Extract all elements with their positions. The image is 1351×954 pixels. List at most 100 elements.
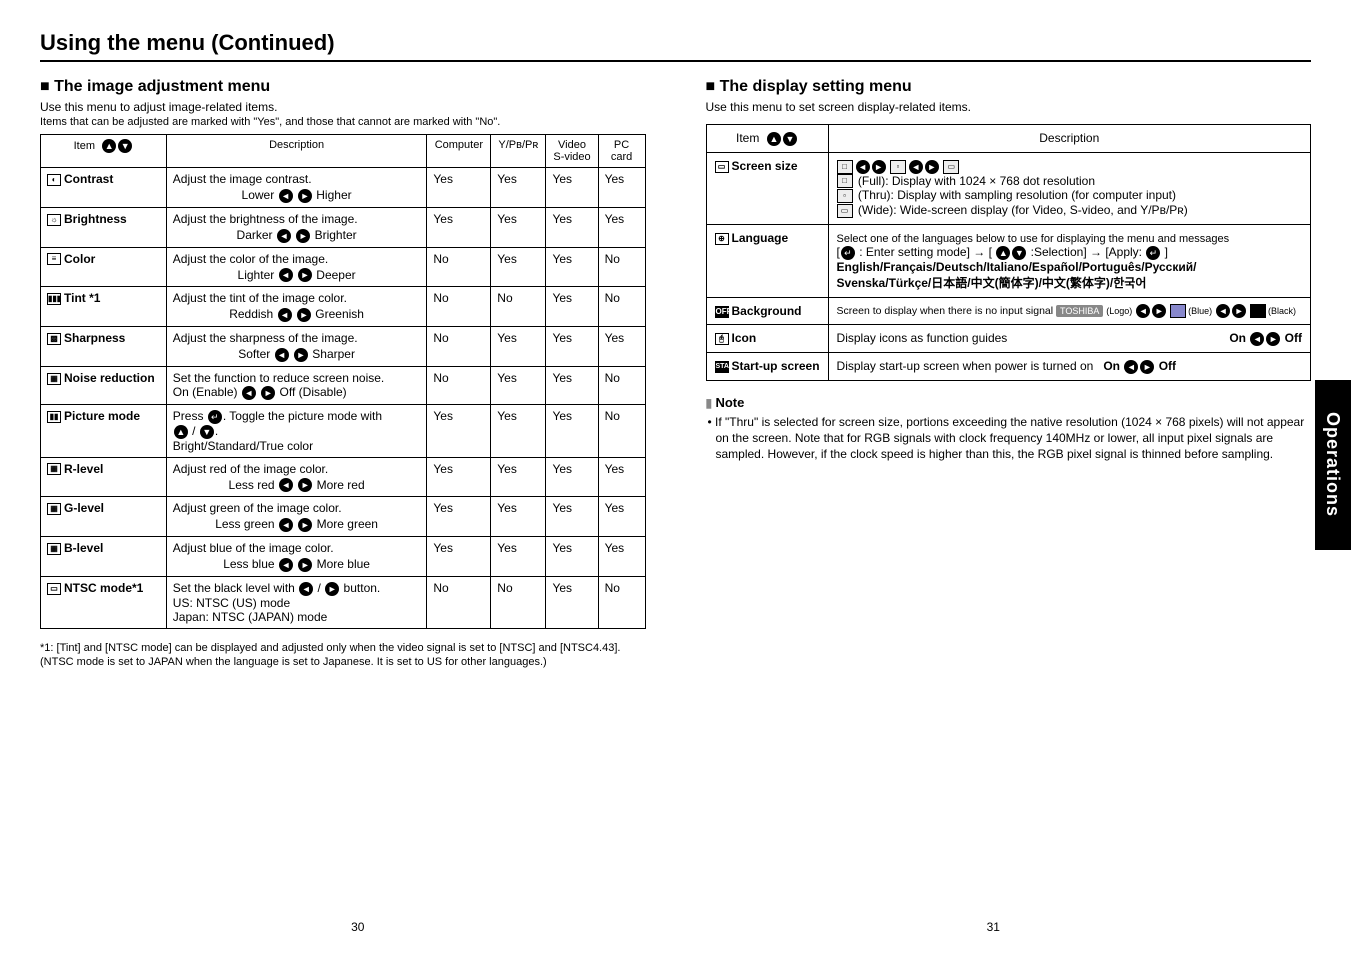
val: Yes — [427, 497, 491, 537]
right-icon — [1140, 360, 1154, 374]
val: Yes — [427, 207, 491, 247]
enter-icon — [1146, 246, 1160, 260]
row-item: Picture mode — [64, 409, 140, 423]
image-adjustment-table: Item Description Computer Y/Pʙ/Pʀ Video … — [40, 134, 646, 629]
val: Yes — [491, 367, 546, 405]
bg-text: Screen to display when there is no input… — [837, 305, 1056, 317]
right-label: Higher — [316, 188, 351, 202]
val: No — [598, 404, 645, 457]
row-desc: Adjust blue of the image color. — [173, 541, 334, 555]
left-icon — [275, 348, 289, 362]
pm-text: . Toggle the picture mode with — [223, 409, 382, 423]
background-icon: OFF — [715, 306, 729, 318]
black-swatch-icon — [1250, 304, 1266, 318]
left-icon — [1250, 332, 1264, 346]
right-label: Deeper — [316, 268, 355, 282]
toshiba-badge: TOSHIBA — [1056, 305, 1103, 317]
row-label: Icon — [732, 331, 757, 345]
row-item: G-level — [64, 501, 104, 515]
thru-text: (Thru): Display with sampling resolution… — [858, 188, 1176, 202]
val: No — [427, 577, 491, 629]
ntsc-icon: ▭ — [47, 583, 61, 595]
left-icon — [279, 268, 293, 282]
val: Yes — [491, 247, 546, 287]
up-icon — [996, 246, 1010, 260]
val1: Yes — [491, 168, 546, 208]
left-label: Lighter — [238, 268, 275, 282]
table-row: STARTStart-up screen Display start-up sc… — [706, 352, 1311, 380]
blevel-icon: ▦ — [47, 543, 61, 555]
wide-icon: ▭ — [943, 160, 959, 174]
ntsc-text: US: NTSC (US) mode — [173, 596, 290, 610]
val: Yes — [598, 457, 645, 497]
pm-text: / — [189, 424, 199, 438]
glevel-icon: ▦ — [47, 503, 61, 515]
row-label: Background — [732, 304, 802, 318]
row-item: Contrast — [64, 172, 113, 186]
row-item: Brightness — [64, 212, 127, 226]
left-icon — [279, 189, 293, 203]
row-desc: Set the function to reduce screen noise. — [173, 371, 384, 385]
val: Yes — [491, 497, 546, 537]
image-adjustment-heading: The image adjustment menu — [40, 78, 646, 96]
table-row: ▭Screen size □ ▫ ▭ □ (Full): Display wit… — [706, 152, 1311, 224]
page-numbers: 30 31 — [40, 920, 1311, 934]
right-icon — [296, 229, 310, 243]
startup-desc: Display start-up screen when power is tu… — [837, 359, 1094, 373]
row-desc: Adjust green of the image color. — [173, 501, 342, 515]
val: Yes — [546, 207, 598, 247]
row-item: Color — [64, 252, 95, 266]
picture-mode-icon: ▮▮ — [47, 411, 61, 423]
wide-icon: ▭ — [837, 204, 853, 218]
val: Yes — [491, 537, 546, 577]
val: Yes — [491, 457, 546, 497]
row-item: Noise reduction — [64, 371, 155, 385]
val: Yes — [427, 457, 491, 497]
row-desc: Adjust the brightness of the image. — [173, 212, 358, 226]
header-description: Description — [828, 125, 1310, 153]
right-icon — [1266, 332, 1280, 346]
rlevel-icon: ▦ — [47, 463, 61, 475]
pm-text: Press — [173, 409, 207, 423]
left-icon — [856, 160, 870, 174]
right-label: More green — [317, 517, 378, 531]
noise-icon: ▦ — [47, 373, 61, 385]
row-item: NTSC mode*1 — [64, 581, 143, 595]
row-label: Language — [732, 231, 789, 245]
header-video: Video S-video — [546, 135, 598, 168]
page-num-right: 31 — [987, 920, 1000, 934]
full-icon: □ — [837, 174, 853, 188]
row-item: B-level — [64, 541, 103, 555]
thru-icon: ▫ — [890, 160, 906, 174]
left-label: Reddish — [229, 307, 273, 321]
table-row: ▩Sharpness Adjust the sharpness of the i… — [41, 327, 646, 367]
table-row: ▦R-level Adjust red of the image color. … — [41, 457, 646, 497]
left-label: Less red — [229, 478, 275, 492]
val: No — [427, 327, 491, 367]
left-icon — [909, 160, 923, 174]
right-icon — [872, 160, 886, 174]
right-icon — [1152, 304, 1166, 318]
row-desc: Adjust the image contrast. — [173, 172, 312, 186]
val: No — [598, 287, 645, 327]
sharpness-icon: ▩ — [47, 333, 61, 345]
table-row: ≡Color Adjust the color of the image. Li… — [41, 247, 646, 287]
header-ypbpr: Y/Pʙ/Pʀ — [491, 135, 546, 168]
icon-desc: Display icons as function guides — [837, 331, 1008, 345]
lang-list: Svenska/Türkçe/日本語/中文(簡体字)/中文(繁体字)/한국어 — [837, 276, 1147, 290]
right-icon — [1232, 304, 1246, 318]
lang-text: [ — [837, 245, 840, 259]
right-column: The display setting menu Use this menu t… — [706, 78, 1312, 670]
up-icon — [767, 132, 781, 146]
down-icon — [783, 132, 797, 146]
table-row: ⊕Language Select one of the languages be… — [706, 225, 1311, 298]
full-text: (Full): Display with 1024 × 768 dot reso… — [858, 174, 1095, 188]
left-icon — [279, 558, 293, 572]
image-adjustment-sub2: Items that can be adjusted are marked wi… — [40, 116, 646, 128]
val: Yes — [491, 404, 546, 457]
row-desc: Adjust the sharpness of the image. — [173, 331, 358, 345]
row-label: Screen size — [732, 159, 798, 173]
val: Yes — [546, 577, 598, 629]
right-icon — [925, 160, 939, 174]
header-pccard: PC card — [598, 135, 645, 168]
